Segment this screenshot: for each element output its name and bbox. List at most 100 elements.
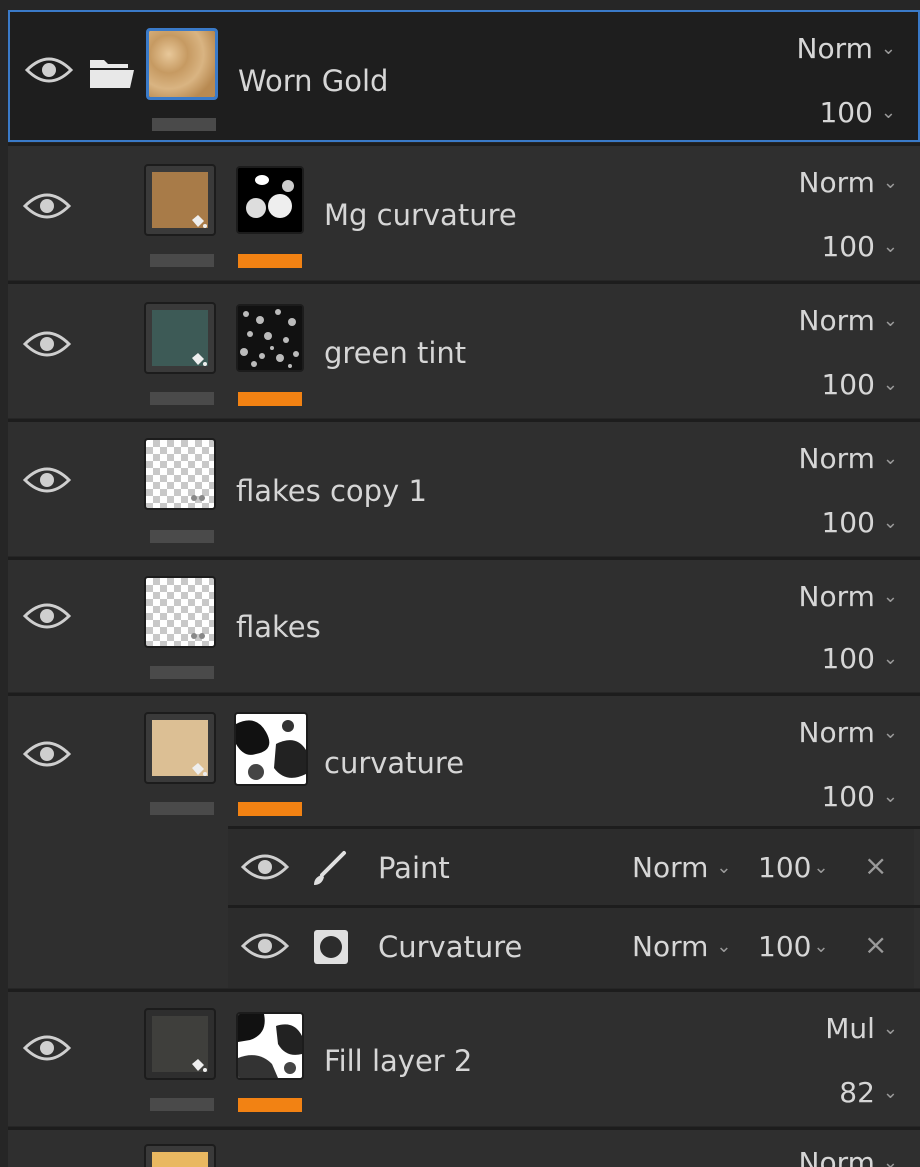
chevron-down-icon: ⌄: [882, 648, 898, 669]
chevron-down-icon: ⌄: [882, 586, 898, 607]
chevron-down-icon: ⌄: [882, 512, 898, 533]
layer-name[interactable]: Mg curvature: [324, 198, 517, 232]
opacity-select[interactable]: 82 ⌄: [839, 1076, 898, 1109]
effect-opacity-select[interactable]: 100 ⌄: [758, 851, 829, 884]
fill-color-thumbnail: [144, 1144, 216, 1167]
blend-mode-select[interactable]: Norm ⌄: [799, 166, 898, 199]
mask-placeholder-bar: [150, 666, 214, 679]
opacity-select[interactable]: 100 ⌄: [821, 230, 898, 263]
blend-mode-select[interactable]: Norm ⌄: [799, 442, 898, 475]
mask-thumbnail[interactable]: [234, 712, 308, 786]
chevron-down-icon: ⌄: [882, 1018, 898, 1039]
mask-placeholder-bar: [150, 254, 214, 267]
eye-icon[interactable]: [240, 851, 290, 883]
chevron-down-icon: ⌄: [882, 722, 898, 743]
layer-row-curvature[interactable]: curvature Norm ⌄ 100 ⌄ Paint Norm ⌄ 100 ⌄ ×: [8, 696, 920, 988]
eye-icon[interactable]: [22, 190, 72, 222]
blend-mode-select[interactable]: Norm ⌄: [797, 32, 896, 65]
brush-small-icon: [191, 633, 205, 639]
eye-icon[interactable]: [22, 464, 72, 496]
effect-name[interactable]: Paint: [378, 851, 450, 885]
mask-thumbnail[interactable]: [236, 166, 304, 234]
eye-icon[interactable]: [240, 930, 290, 962]
effect-name[interactable]: Curvature: [378, 930, 522, 964]
remove-effect-button[interactable]: ×: [864, 928, 887, 961]
layer-row-flakes-copy-1[interactable]: flakes copy 1 Norm ⌄ 100 ⌄: [8, 422, 920, 556]
eye-icon[interactable]: [22, 328, 72, 360]
paint-bucket-icon: [192, 353, 207, 366]
mask-indicator-bar: [238, 254, 302, 268]
chevron-down-icon: ⌄: [716, 857, 732, 878]
opacity-select[interactable]: 100 ⌄: [821, 368, 898, 401]
chevron-down-icon: ⌄: [880, 102, 896, 123]
blend-mode-select[interactable]: Norm ⌄: [799, 1146, 898, 1167]
mask-placeholder-bar: [150, 802, 214, 815]
opacity-select[interactable]: 100 ⌄: [819, 96, 896, 129]
chevron-down-icon: ⌄: [882, 236, 898, 257]
fill-color-thumbnail: [144, 302, 216, 374]
blend-mode-select[interactable]: Norm ⌄: [799, 304, 898, 337]
chevron-down-icon: ⌄: [716, 936, 732, 957]
effect-blend-select[interactable]: Norm ⌄: [632, 930, 731, 963]
effect-row-paint[interactable]: Paint Norm ⌄ 100 ⌄ ×: [228, 829, 914, 905]
layer-row-worn-gold[interactable]: Worn Gold Norm ⌄ 100 ⌄: [8, 10, 920, 142]
layer-name[interactable]: Worn Gold: [238, 64, 388, 98]
chevron-down-icon: ⌄: [882, 374, 898, 395]
opacity-select[interactable]: 100 ⌄: [821, 642, 898, 675]
effect-blend-select[interactable]: Norm ⌄: [632, 851, 731, 884]
generator-icon: [314, 930, 348, 964]
chevron-down-icon: ⌄: [882, 786, 898, 807]
eye-icon[interactable]: [22, 738, 72, 770]
eye-icon[interactable]: [24, 54, 74, 86]
fill-color-thumbnail: [144, 164, 216, 236]
layer-row-green-tint[interactable]: green tint Norm ⌄ 100 ⌄: [8, 284, 920, 418]
opacity-select[interactable]: 100 ⌄: [821, 780, 898, 813]
layer-row-mg-curvature[interactable]: Mg curvature Norm ⌄ 100 ⌄: [8, 146, 920, 280]
mask-placeholder-bar: [150, 392, 214, 405]
opacity-select[interactable]: 100 ⌄: [821, 506, 898, 539]
chevron-down-icon: ⌄: [813, 936, 829, 957]
brush-icon: [314, 851, 346, 885]
paint-bucket-icon: [192, 215, 207, 228]
mask-thumbnail[interactable]: [236, 304, 304, 372]
effect-row-curvature[interactable]: Curvature Norm ⌄ 100 ⌄ ×: [228, 908, 914, 988]
chevron-down-icon: ⌄: [882, 172, 898, 193]
layer-thumbnail: [146, 28, 218, 100]
paint-bucket-icon: [192, 1059, 207, 1072]
brush-small-icon: [191, 495, 205, 501]
layer-name[interactable]: flakes copy 1: [236, 474, 427, 508]
layer-row-flakes[interactable]: flakes Norm ⌄ 100 ⌄: [8, 560, 920, 692]
layer-stack-panel: Worn Gold Norm ⌄ 100 ⌄ Mg curvature Norm ⌄ …: [0, 0, 920, 1167]
chevron-down-icon: ⌄: [882, 448, 898, 469]
mask-indicator-bar: [238, 392, 302, 406]
fill-color-thumbnail: [144, 1008, 216, 1080]
fill-color-thumbnail: [144, 712, 216, 784]
eye-icon[interactable]: [22, 600, 72, 632]
remove-effect-button[interactable]: ×: [864, 849, 887, 882]
chevron-down-icon: ⌄: [813, 857, 829, 878]
chevron-down-icon: ⌄: [882, 1152, 898, 1167]
blend-mode-select[interactable]: Norm ⌄: [799, 716, 898, 749]
mask-thumbnail[interactable]: [236, 1012, 304, 1080]
paint-layer-thumbnail: [144, 576, 216, 648]
mask-indicator-bar: [238, 802, 302, 816]
layer-row-fill-layer-2[interactable]: Fill layer 2 Mul ⌄ 82 ⌄: [8, 992, 920, 1126]
paint-bucket-icon: [192, 763, 207, 776]
eye-icon[interactable]: [22, 1032, 72, 1064]
layer-name[interactable]: curvature: [324, 746, 464, 780]
mask-indicator-bar: [238, 1098, 302, 1112]
paint-layer-thumbnail: [144, 438, 216, 510]
mask-placeholder-bar: [150, 1098, 214, 1111]
layer-name[interactable]: flakes: [236, 610, 321, 644]
layer-name[interactable]: green tint: [324, 336, 466, 370]
blend-mode-select[interactable]: Mul ⌄: [825, 1012, 898, 1045]
chevron-down-icon: ⌄: [882, 1082, 898, 1103]
mask-placeholder-bar: [150, 530, 214, 543]
chevron-down-icon: ⌄: [880, 38, 896, 59]
mask-placeholder-bar: [152, 118, 216, 131]
layer-row-partial[interactable]: Norm ⌄: [8, 1130, 920, 1167]
blend-mode-select[interactable]: Norm ⌄: [799, 580, 898, 613]
layer-name[interactable]: Fill layer 2: [324, 1044, 472, 1078]
effect-opacity-select[interactable]: 100 ⌄: [758, 930, 829, 963]
chevron-down-icon: ⌄: [882, 310, 898, 331]
